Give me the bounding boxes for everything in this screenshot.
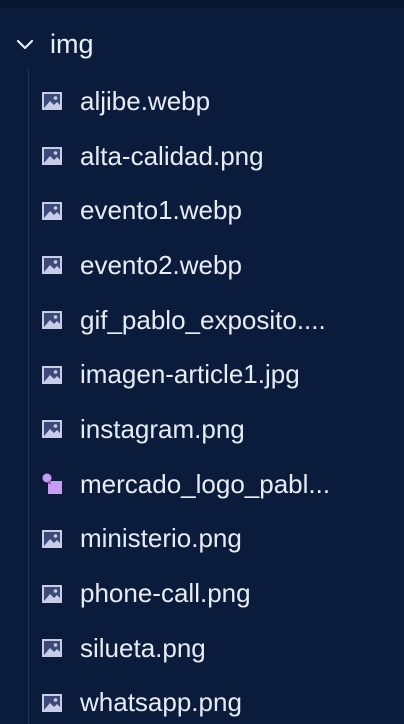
file-item[interactable]: whatsapp.png <box>0 676 404 724</box>
file-name: ministerio.png <box>80 523 242 554</box>
file-item[interactable]: imagen-article1.jpg <box>0 347 404 402</box>
file-explorer: img aljibe.webp alta-calidad.png evento1… <box>0 0 404 724</box>
file-name: whatsapp.png <box>80 687 242 718</box>
file-name: instagram.png <box>80 413 245 444</box>
file-item[interactable]: evento2.webp <box>0 238 404 293</box>
file-list: aljibe.webp alta-calidad.png evento1.web… <box>0 74 404 724</box>
file-name: alta-calidad.png <box>80 140 264 171</box>
file-item[interactable]: evento1.webp <box>0 183 404 238</box>
image-icon <box>42 365 62 384</box>
file-name: aljibe.webp <box>80 85 211 116</box>
shapes-icon <box>42 473 62 495</box>
folder-name: img <box>50 28 94 59</box>
image-icon <box>42 420 62 439</box>
file-item[interactable]: aljibe.webp <box>0 74 404 129</box>
file-name: silueta.png <box>80 632 206 663</box>
file-item[interactable]: silueta.png <box>0 621 404 676</box>
file-item[interactable]: gif_pablo_exposito.... <box>0 293 404 348</box>
image-icon <box>42 147 62 166</box>
file-name: gif_pablo_exposito.... <box>80 304 326 335</box>
top-divider <box>0 0 404 8</box>
file-item[interactable]: mercado_logo_pabl... <box>0 457 404 512</box>
file-name: evento1.webp <box>80 195 242 226</box>
image-icon <box>42 311 62 330</box>
image-icon <box>42 256 62 275</box>
image-icon <box>42 693 62 712</box>
file-name: mercado_logo_pabl... <box>80 468 331 499</box>
chevron-down-icon[interactable] <box>14 33 36 55</box>
image-icon <box>42 201 62 220</box>
folder-img[interactable]: img <box>0 17 404 71</box>
file-item[interactable]: alta-calidad.png <box>0 129 404 184</box>
file-item[interactable]: phone-call.png <box>0 566 404 621</box>
file-name: evento2.webp <box>80 249 242 280</box>
image-icon <box>42 584 62 603</box>
file-name: imagen-article1.jpg <box>80 359 300 390</box>
image-icon <box>42 92 62 111</box>
image-icon <box>42 639 62 658</box>
image-icon <box>42 529 62 548</box>
file-item[interactable]: ministerio.png <box>0 512 404 567</box>
file-item[interactable]: instagram.png <box>0 402 404 457</box>
file-name: phone-call.png <box>80 578 251 609</box>
